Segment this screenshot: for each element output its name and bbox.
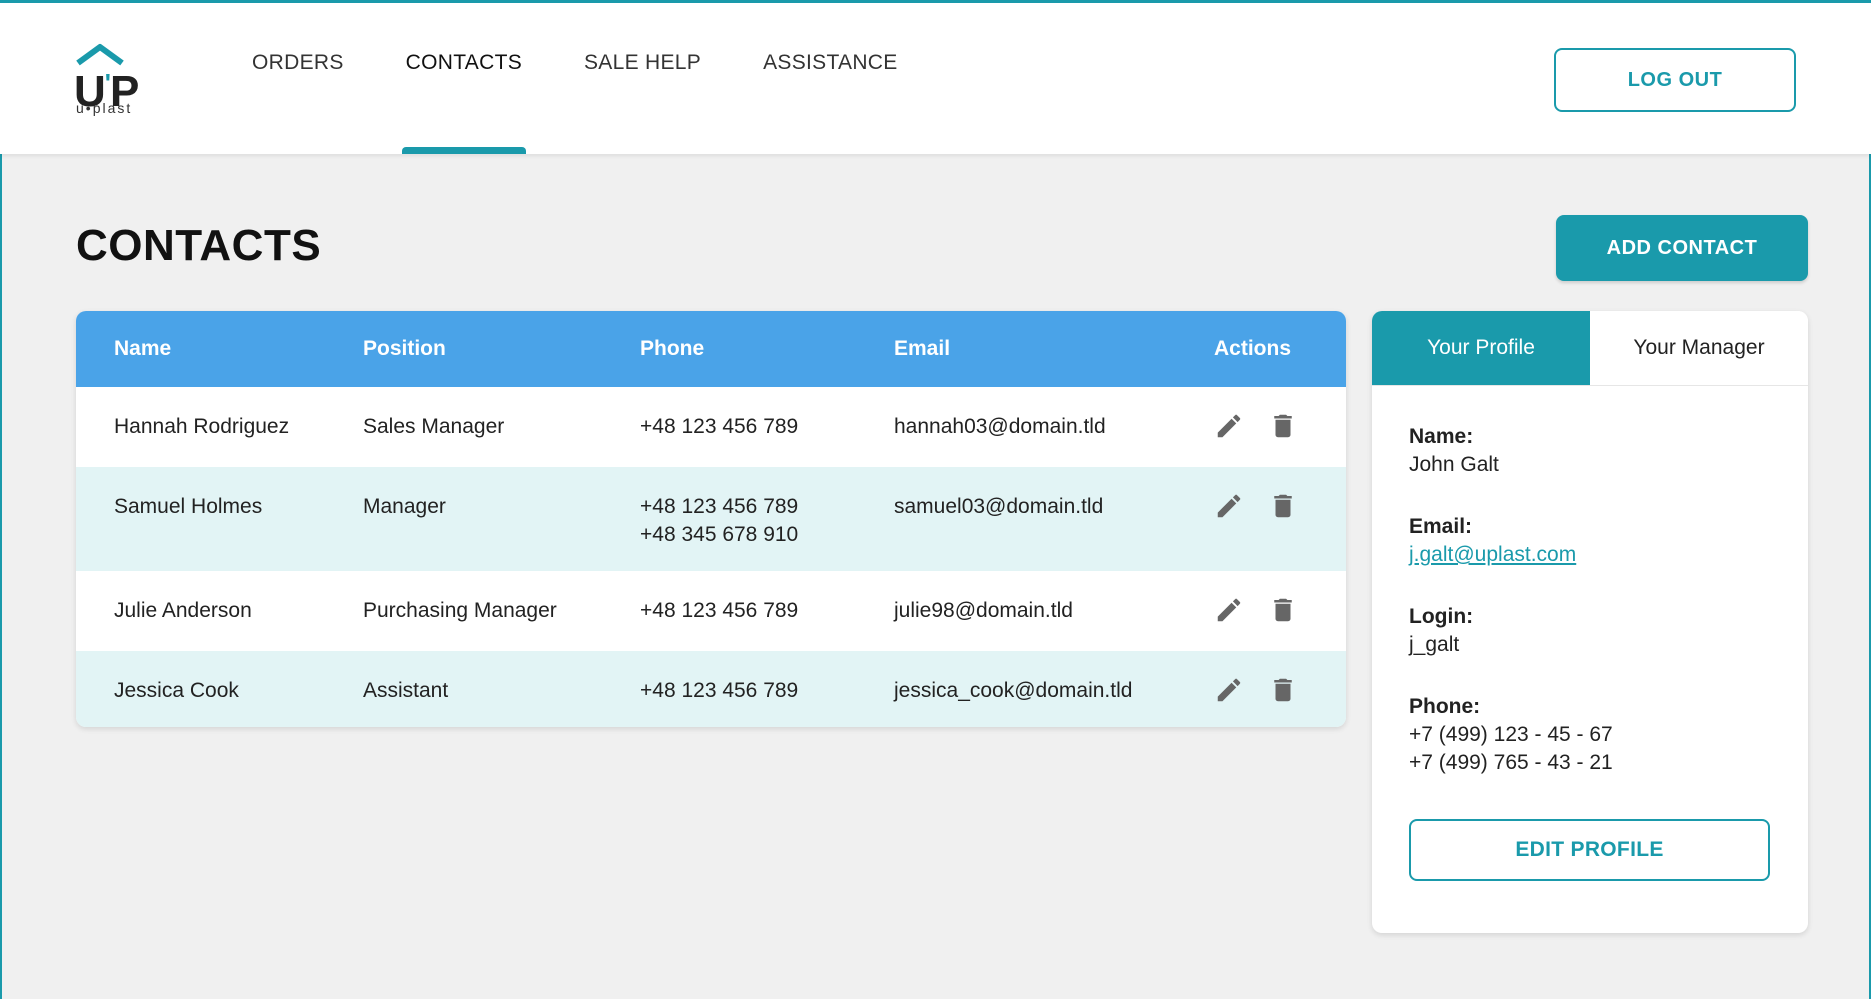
profile-name-field: Name: John Galt [1409,423,1613,479]
row-actions [1214,675,1298,705]
trash-icon[interactable] [1268,491,1298,521]
row-email: julie98@domain.tld [894,599,1073,622]
row-actions [1214,491,1298,521]
profile-phone-field: Phone: +7 (499) 123 - 45 - 67 +7 (499) 7… [1409,693,1613,777]
row-actions [1214,595,1298,625]
row-email: samuel03@domain.tld [894,495,1104,518]
profile-tabs: Your Profile Your Manager [1372,311,1808,386]
house-roof-icon [76,44,124,66]
edit-profile-button[interactable]: EDIT PROFILE [1409,819,1770,881]
profile-card: Your Profile Your Manager Name: John Gal… [1372,311,1808,933]
row-name: Samuel Holmes [114,495,263,518]
nav-item-orders[interactable]: ORDERS [252,3,344,154]
profile-email-field: Email: j.galt@uplast.com [1409,513,1613,569]
row-name: Julie Anderson [114,599,252,622]
profile-phone-1: +7 (499) 123 - 45 - 67 [1409,723,1613,746]
row-position: Manager [363,495,446,518]
profile-login: j_galt [1409,633,1460,656]
header-position: Position [363,337,446,360]
top-header: U'P u•plast ORDERS CONTACTS SALE HELP AS… [0,0,1871,154]
table-row: Jessica Cook Assistant +48 123 456 789 j… [76,651,1346,727]
pencil-icon[interactable] [1214,595,1244,625]
profile-phone-2: +7 (499) 765 - 43 - 21 [1409,751,1613,774]
row-phone: +48 123 456 789 [640,679,799,702]
table-row: Hannah Rodriguez Sales Manager +48 123 4… [76,387,1346,467]
row-actions [1214,411,1298,441]
add-contact-button[interactable]: ADD CONTACT [1556,215,1808,281]
tab-your-profile[interactable]: Your Profile [1372,311,1590,385]
nav-item-contacts[interactable]: CONTACTS [401,3,527,154]
nav-item-sale-help[interactable]: SALE HELP [584,3,701,154]
header-actions: Actions [1214,337,1292,360]
logo-subtitle: u•plast [76,100,133,116]
page-title: CONTACTS [76,221,322,270]
nav-item-assistance[interactable]: ASSISTANCE [763,3,897,154]
table-header: Name Position Phone Email Actions [76,311,1346,387]
row-phone: +48 123 456 789 [640,599,799,622]
profile-email-link[interactable]: j.galt@uplast.com [1409,541,1613,569]
trash-icon[interactable] [1268,411,1298,441]
profile-login-field: Login: j_galt [1409,603,1613,659]
profile-name: John Galt [1409,453,1499,476]
pencil-icon[interactable] [1214,675,1244,705]
row-phone: +48 123 456 789 +48 345 678 910 [640,495,799,546]
tab-your-manager[interactable]: Your Manager [1590,311,1808,385]
row-position: Purchasing Manager [363,599,557,622]
pencil-icon[interactable] [1214,411,1244,441]
header-phone: Phone [640,337,705,360]
row-phone: +48 123 456 789 [640,415,799,438]
table-row: Samuel Holmes Manager +48 123 456 789 +48… [76,467,1346,571]
contacts-table: Name Position Phone Email Actions Hannah… [76,311,1346,727]
header-email: Email [894,337,951,360]
row-email: hannah03@domain.tld [894,415,1106,438]
table-row: Julie Anderson Purchasing Manager +48 12… [76,571,1346,651]
row-position: Sales Manager [363,415,505,438]
trash-icon[interactable] [1268,595,1298,625]
pencil-icon[interactable] [1214,491,1244,521]
trash-icon[interactable] [1268,675,1298,705]
row-name: Hannah Rodriguez [114,415,290,438]
profile-details: Name: John Galt Email: j.galt@uplast.com… [1409,423,1613,811]
uplast-logo[interactable]: U'P u•plast [74,43,144,123]
row-name: Jessica Cook [114,679,239,702]
logout-button[interactable]: LOG OUT [1554,48,1796,112]
header-name: Name [114,337,172,360]
row-position: Assistant [363,679,449,702]
row-email: jessica_cook@domain.tld [894,679,1133,702]
main-nav: ORDERS CONTACTS SALE HELP ASSISTANCE [252,3,960,154]
